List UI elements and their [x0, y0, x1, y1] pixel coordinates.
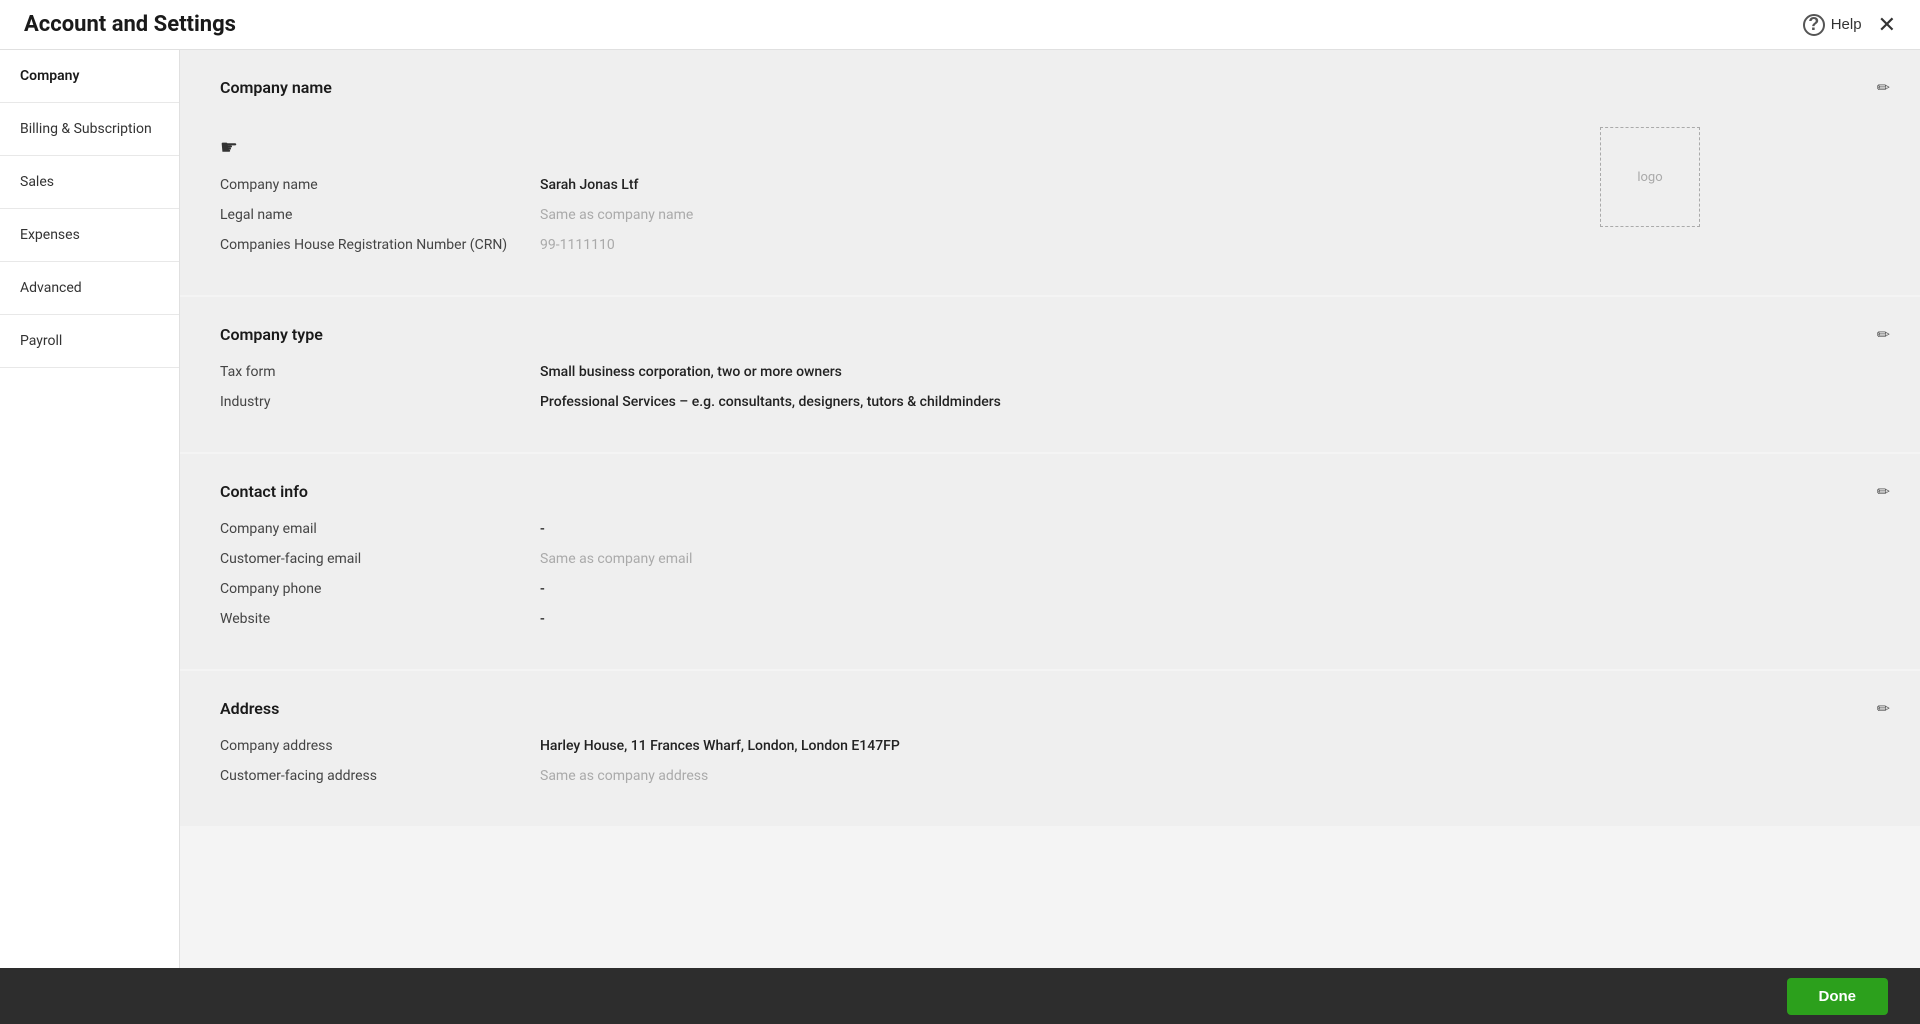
- sidebar-item-advanced[interactable]: Advanced: [0, 262, 179, 315]
- address-section: Address ✏ Company address Harley House, …: [180, 671, 1920, 826]
- close-button[interactable]: ✕: [1878, 14, 1896, 36]
- field-label-company-address: Company address: [220, 738, 540, 754]
- company-type-heading: Company type: [220, 325, 1880, 344]
- company-name-inner: Company name ✏ ☛ Company name Sarah Jona…: [180, 50, 1920, 295]
- field-value-legal-name: Same as company name: [540, 207, 693, 223]
- edit-icon: ✏: [1877, 484, 1890, 501]
- bottom-bar: Done: [0, 968, 1920, 1024]
- field-value-crn: 99-1111110: [540, 237, 615, 253]
- field-label-tax-form: Tax form: [220, 364, 540, 380]
- company-type-inner: Company type ✏ Tax form Small business c…: [180, 297, 1920, 452]
- contact-info-edit-button[interactable]: ✏: [1877, 482, 1890, 502]
- logo-placeholder[interactable]: logo: [1600, 127, 1700, 227]
- field-label-customer-email: Customer-facing email: [220, 551, 540, 567]
- edit-icon: ✏: [1877, 327, 1890, 344]
- field-row-tax-form: Tax form Small business corporation, two…: [220, 364, 1880, 380]
- field-value-company-name: Sarah Jonas Ltf: [540, 177, 638, 193]
- field-value-website: -: [540, 611, 545, 627]
- sidebar: Company Billing & Subscription Sales Exp…: [0, 50, 180, 968]
- field-label-legal-name: Legal name: [220, 207, 540, 223]
- field-label-company-email: Company email: [220, 521, 540, 537]
- close-icon: ✕: [1878, 12, 1896, 37]
- field-row-industry: Industry Professional Services – e.g. co…: [220, 394, 1880, 410]
- company-name-fields-area: ☛ Company name Sarah Jonas Ltf Legal nam…: [220, 117, 1580, 267]
- page-title: Account and Settings: [24, 12, 236, 37]
- field-value-tax-form: Small business corporation, two or more …: [540, 364, 842, 380]
- contact-info-inner: Contact info ✏ Company email - Customer-…: [180, 454, 1920, 669]
- edit-icon: ✏: [1877, 701, 1890, 718]
- field-row-customer-email: Customer-facing email Same as company em…: [220, 551, 1880, 567]
- sidebar-item-company[interactable]: Company: [0, 50, 179, 103]
- address-inner: Address ✏ Company address Harley House, …: [180, 671, 1920, 826]
- field-label-website: Website: [220, 611, 540, 627]
- contact-info-heading: Contact info: [220, 482, 1880, 501]
- company-name-content: ☛ Company name Sarah Jonas Ltf Legal nam…: [220, 117, 1880, 267]
- help-circle-icon: ?: [1803, 14, 1825, 36]
- sidebar-item-payroll[interactable]: Payroll: [0, 315, 179, 368]
- company-type-section: Company type ✏ Tax form Small business c…: [180, 297, 1920, 452]
- address-edit-button[interactable]: ✏: [1877, 699, 1890, 719]
- field-label-industry: Industry: [220, 394, 540, 410]
- field-value-customer-email: Same as company email: [540, 551, 692, 567]
- company-type-edit-button[interactable]: ✏: [1877, 325, 1890, 345]
- hand-cursor-icon: ☛: [220, 135, 238, 159]
- address-heading: Address: [220, 699, 1880, 718]
- sidebar-item-expenses[interactable]: Expenses: [0, 209, 179, 262]
- sidebar-item-sales[interactable]: Sales: [0, 156, 179, 209]
- field-value-industry: Professional Services – e.g. consultants…: [540, 394, 1001, 410]
- sidebar-item-billing[interactable]: Billing & Subscription: [0, 103, 179, 156]
- help-button[interactable]: ? Help: [1803, 14, 1862, 36]
- field-row-company-email: Company email -: [220, 521, 1880, 537]
- header-actions: ? Help ✕: [1803, 14, 1896, 36]
- help-label: Help: [1831, 16, 1862, 33]
- done-button[interactable]: Done: [1787, 978, 1889, 1015]
- main-layout: Company Billing & Subscription Sales Exp…: [0, 50, 1920, 968]
- field-label-company-phone: Company phone: [220, 581, 540, 597]
- logo-area: logo: [1580, 117, 1700, 267]
- company-name-edit-button[interactable]: ✏: [1877, 78, 1890, 98]
- field-label-customer-address: Customer-facing address: [220, 768, 540, 784]
- field-label-company-name: Company name: [220, 177, 540, 193]
- edit-icon: ✏: [1877, 80, 1890, 97]
- field-row-company-address: Company address Harley House, 11 Frances…: [220, 738, 1880, 754]
- field-value-customer-address: Same as company address: [540, 768, 708, 784]
- content-area: Company name ✏ ☛ Company name Sarah Jona…: [180, 50, 1920, 968]
- field-row-customer-address: Customer-facing address Same as company …: [220, 768, 1880, 784]
- contact-info-section: Contact info ✏ Company email - Customer-…: [180, 454, 1920, 669]
- company-name-heading: Company name: [220, 78, 1880, 97]
- field-row-website: Website -: [220, 611, 1880, 627]
- field-row-company-name: Company name Sarah Jonas Ltf: [220, 177, 1580, 193]
- field-row-legal-name: Legal name Same as company name: [220, 207, 1580, 223]
- header: Account and Settings ? Help ✕: [0, 0, 1920, 50]
- field-label-crn: Companies House Registration Number (CRN…: [220, 237, 540, 253]
- field-value-company-email: -: [540, 521, 545, 537]
- field-row-crn: Companies House Registration Number (CRN…: [220, 237, 1580, 253]
- field-value-company-address: Harley House, 11 Frances Wharf, London, …: [540, 738, 900, 754]
- cursor-area: ☛: [220, 117, 1580, 177]
- company-name-section: Company name ✏ ☛ Company name Sarah Jona…: [180, 50, 1920, 295]
- field-value-company-phone: -: [540, 581, 545, 597]
- field-row-company-phone: Company phone -: [220, 581, 1880, 597]
